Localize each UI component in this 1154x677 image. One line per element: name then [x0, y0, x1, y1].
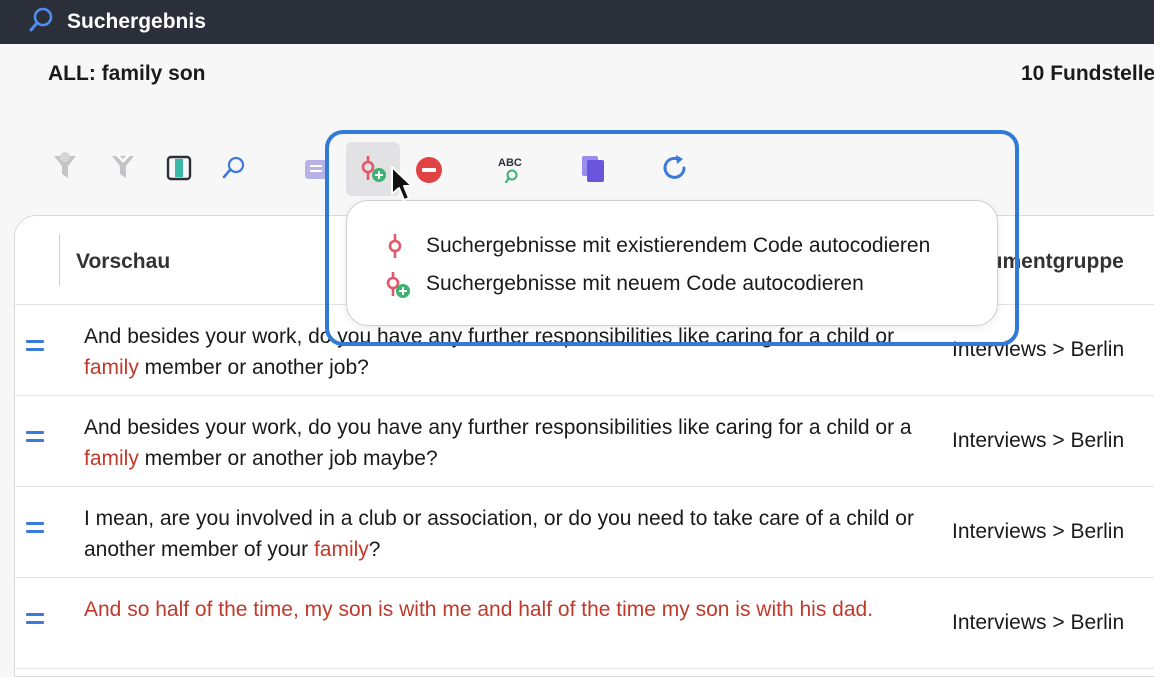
menu-item-autocode-new[interactable]: Suchergebnisse mit neuem Code autocodier… — [347, 266, 997, 302]
row-document-group: Interviews > Berlin — [952, 429, 1125, 452]
search-hit: family — [313, 538, 369, 561]
menu-item-autocode-existing[interactable]: Suchergebnisse mit existierendem Code au… — [347, 228, 997, 264]
preview-text: ? — [368, 538, 381, 561]
code-icon — [383, 232, 407, 265]
preview-text: And besides your work, do you have any f… — [84, 416, 912, 439]
column-divider[interactable] — [59, 234, 60, 286]
search-icon[interactable] — [217, 151, 251, 185]
preview-text: member or another job? — [138, 356, 369, 379]
autocode-menu: Suchergebnisse mit existierendem Code au… — [346, 200, 998, 326]
title-bar: Suchergebnis — [0, 0, 1154, 44]
table-row[interactable]: I mean, are you involved in a club or as… — [15, 487, 1154, 578]
column-view-icon[interactable] — [162, 151, 196, 185]
new-code-icon — [383, 270, 413, 305]
search-query: ALL: family son — [48, 62, 206, 85]
search-hit: family — [84, 447, 139, 470]
row-document-group: Interviews > Berlin — [952, 520, 1125, 543]
preview-text: member or another job maybe? — [138, 447, 438, 470]
window-title: Suchergebnis — [67, 10, 206, 33]
row-document-group: Interviews > Berlin — [952, 611, 1125, 634]
row-handle-icon[interactable] — [26, 340, 44, 356]
row-preview: I mean, are you involved in a club or as… — [84, 503, 914, 565]
column-header-preview[interactable]: Vorschau — [76, 250, 170, 274]
table-row[interactable]: And so half of the time, my son is with … — [15, 578, 1154, 669]
search-hit: And so half of the time, my son is with … — [84, 598, 874, 621]
menu-item-label: Suchergebnisse mit existierendem Code au… — [426, 234, 931, 257]
menu-item-label: Suchergebnisse mit neuem Code autocodier… — [426, 272, 864, 295]
row-preview: And besides your work, do you have any f… — [84, 412, 914, 474]
row-handle-icon[interactable] — [26, 613, 44, 629]
row-handle-icon[interactable] — [26, 522, 44, 538]
filter-icon[interactable] — [48, 150, 82, 184]
mouse-cursor-icon — [390, 165, 414, 208]
table-row[interactable]: And besides your work, do you have any f… — [15, 396, 1154, 487]
preview-text: I mean, are you involved in a club or as… — [84, 507, 914, 561]
hit-count: 10 Fundstellen — [1021, 62, 1154, 85]
search-hit: family — [84, 356, 139, 379]
row-preview: And so half of the time, my son is with … — [84, 594, 914, 625]
row-handle-icon[interactable] — [26, 431, 44, 447]
search-icon — [28, 6, 56, 39]
filter-off-icon[interactable] — [106, 150, 140, 184]
